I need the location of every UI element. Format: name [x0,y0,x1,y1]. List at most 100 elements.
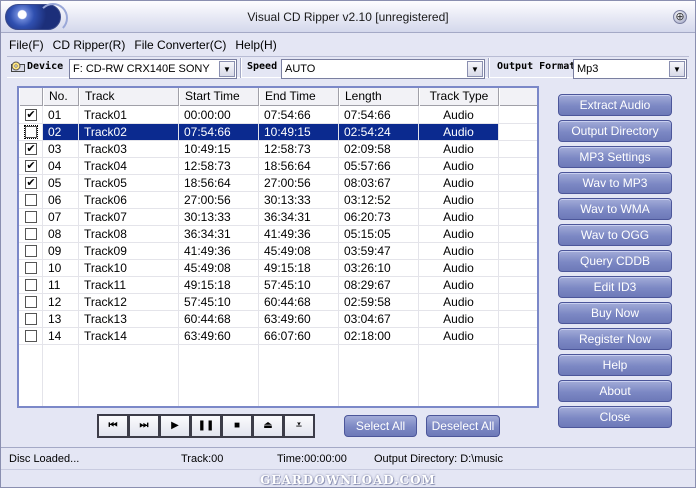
chevron-down-icon[interactable]: ▼ [467,61,483,77]
cell-start: 00:00:00 [179,107,259,123]
table-row[interactable]: 14 Track14 63:49:60 66:07:60 02:18:00 Audio [19,328,537,345]
row-checkbox[interactable] [25,330,37,342]
app-window: Visual CD Ripper v2.10 [unregistered] ⊕ … [0,0,696,488]
cell-start: 18:56:64 [179,175,259,191]
speed-value: AUTO [285,63,316,75]
cell-end: 41:49:36 [259,226,339,242]
menu-item-1[interactable]: CD Ripper(R) [53,38,126,54]
table-row[interactable]: ✔ 05 Track05 18:56:64 27:00:56 08:03:67 Audio [19,175,537,192]
prev-track-icon[interactable]: ⏮ [97,414,129,438]
cd-drive-icon [11,61,25,72]
row-checkbox[interactable]: ✔ [25,177,37,189]
table-row[interactable]: ✔ 03 Track03 10:49:15 12:58:73 02:09:58 Audio [19,141,537,158]
output-format-select[interactable]: Mp3 ▼ [573,59,687,79]
cell-type: Audio [419,209,499,225]
header-start-time[interactable]: Start Time [179,88,259,106]
header-no[interactable]: No. [43,88,79,106]
wav-to-ogg-button[interactable]: Wav to OGG [558,224,672,246]
register-now-button[interactable]: Register Now [558,328,672,350]
select-all-button[interactable]: Select All [344,415,417,437]
row-checkbox[interactable] [25,194,37,206]
cell-no: 14 [43,328,79,344]
header-track[interactable]: Track [79,88,179,106]
chevron-down-icon[interactable]: ▼ [669,61,685,77]
row-checkbox[interactable] [25,245,37,257]
table-row[interactable]: 06 Track06 27:00:56 30:13:33 03:12:52 Audio [19,192,537,209]
header-end-time[interactable]: End Time [259,88,339,106]
table-row[interactable]: 12 Track12 57:45:10 60:44:68 02:59:58 Audio [19,294,537,311]
table-row[interactable]: 07 Track07 30:13:33 36:34:31 06:20:73 Audio [19,209,537,226]
query-cddb-button[interactable]: Query CDDB [558,250,672,272]
cell-track: Track02 [79,124,179,140]
table-row[interactable]: ✔ 01 Track01 00:00:00 07:54:66 07:54:66 Audio [19,107,537,124]
stop-icon[interactable]: ■ [221,414,253,438]
title-bar[interactable]: Visual CD Ripper v2.10 [unregistered] ⊕ [1,1,695,33]
menu-item-2[interactable]: File Converter(C) [134,38,226,54]
eject-icon[interactable]: ⏏ [252,414,284,438]
header-checkbox[interactable] [19,88,43,106]
close-button[interactable]: Close [558,406,672,428]
next-track-icon[interactable]: ⏭ [128,414,160,438]
help-button[interactable]: Help [558,354,672,376]
cell-length: 05:15:05 [339,226,419,242]
cell-type: Audio [419,158,499,174]
track-table[interactable]: No. Track Start Time End Time Length Tra… [17,86,539,408]
table-row[interactable]: 11 Track11 49:15:18 57:45:10 08:29:67 Audio [19,277,537,294]
cell-track: Track12 [79,294,179,310]
cell-end: 63:49:60 [259,311,339,327]
table-row[interactable]: 13 Track13 60:44:68 63:49:60 03:04:67 Audio [19,311,537,328]
header-track-type[interactable]: Track Type [419,88,499,106]
cell-track: Track08 [79,226,179,242]
row-checkbox-cell [19,243,43,259]
row-checkbox[interactable] [25,296,37,308]
cell-track: Track03 [79,141,179,157]
cell-end: 18:56:64 [259,158,339,174]
mp3-settings-button[interactable]: MP3 Settings [558,146,672,168]
cell-type: Audio [419,294,499,310]
menu-item-3[interactable]: Help(H) [235,38,276,54]
row-checkbox[interactable] [25,211,37,223]
cell-track: Track04 [79,158,179,174]
table-row[interactable]: ✔ 02 Track02 07:54:66 10:49:15 02:54:24 Audio [19,124,537,141]
row-checkbox[interactable]: ✔ [24,125,38,139]
row-checkbox[interactable] [25,228,37,240]
header-length[interactable]: Length [339,88,419,106]
chevron-down-icon[interactable]: ▼ [219,61,235,77]
table-row[interactable]: 10 Track10 45:49:08 49:15:18 03:26:10 Audio [19,260,537,277]
cell-no: 10 [43,260,79,276]
table-header: No. Track Start Time End Time Length Tra… [19,88,537,106]
play-icon[interactable]: ▶ [159,414,191,438]
menu-item-0[interactable]: File(F) [9,38,44,54]
row-checkbox[interactable] [25,262,37,274]
pause-icon[interactable]: ❚❚ [190,414,222,438]
close-window-icon[interactable]: ⊕ [673,10,687,24]
edit-id3-button[interactable]: Edit ID3 [558,276,672,298]
buy-now-button[interactable]: Buy Now [558,302,672,324]
table-row[interactable]: 09 Track09 41:49:36 45:49:08 03:59:47 Audio [19,243,537,260]
cell-end: 12:58:73 [259,141,339,157]
row-checkbox-cell [19,209,43,225]
table-row[interactable]: 08 Track08 36:34:31 41:49:36 05:15:05 Audio [19,226,537,243]
row-checkbox[interactable]: ✔ [25,143,37,155]
status-time: Time:00:00:00 [277,453,347,465]
cell-type: Audio [419,124,499,140]
row-checkbox[interactable] [25,279,37,291]
cell-no: 02 [43,124,79,140]
load-icon[interactable]: ⩡ [283,414,315,438]
cell-type: Audio [419,277,499,293]
cell-length: 06:20:73 [339,209,419,225]
cell-start: 60:44:68 [179,311,259,327]
row-checkbox[interactable]: ✔ [25,160,37,172]
wav-to-wma-button[interactable]: Wav to WMA [558,198,672,220]
extract-audio-button[interactable]: Extract Audio [558,94,672,116]
wav-to-mp3-button[interactable]: Wav to MP3 [558,172,672,194]
device-select[interactable]: F: CD-RW CRX140E SONY ▼ [69,59,237,79]
row-checkbox[interactable]: ✔ [25,109,37,121]
deselect-all-button[interactable]: Deselect All [426,415,500,437]
output-directory-button[interactable]: Output Directory [558,120,672,142]
about-button[interactable]: About [558,380,672,402]
row-checkbox[interactable] [25,313,37,325]
speed-select[interactable]: AUTO ▼ [281,59,485,79]
cell-start: 57:45:10 [179,294,259,310]
table-row[interactable]: ✔ 04 Track04 12:58:73 18:56:64 05:57:66 Audio [19,158,537,175]
